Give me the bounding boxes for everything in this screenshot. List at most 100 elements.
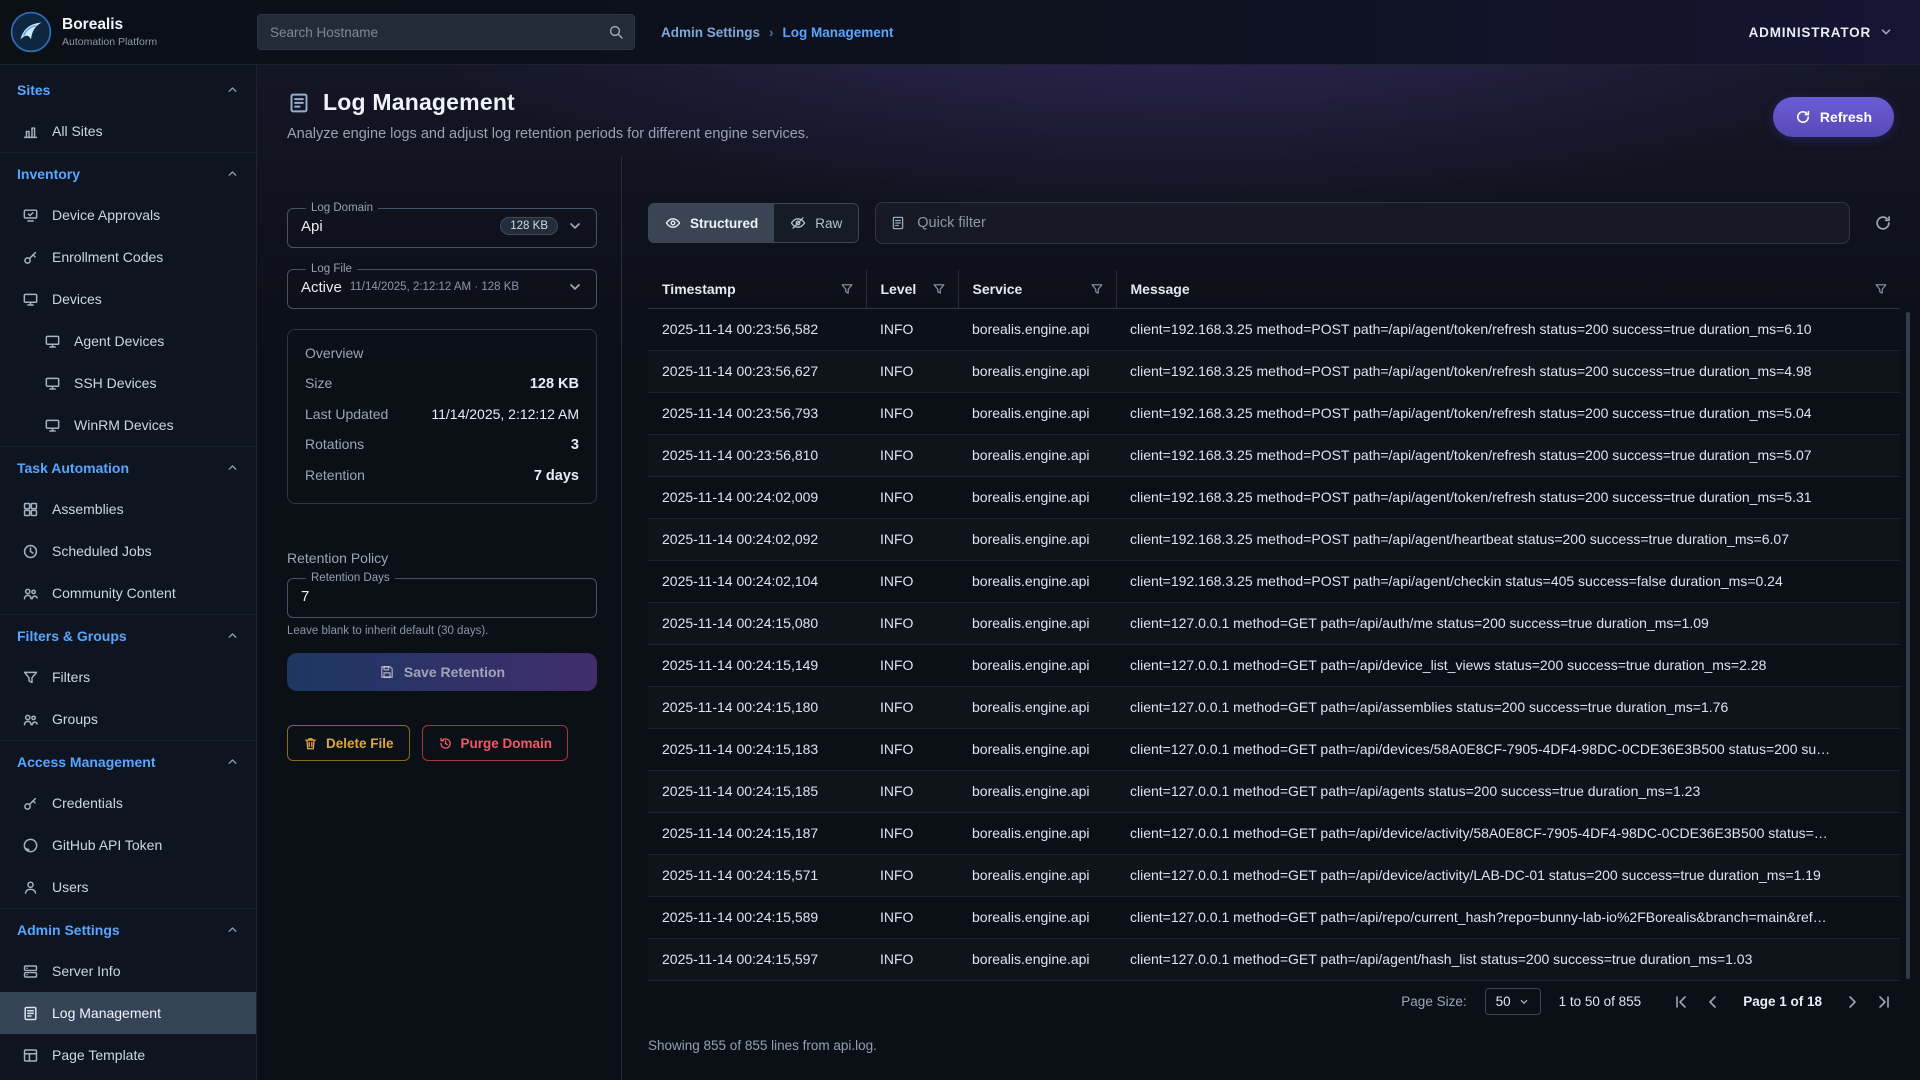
sidebar-section-task-automation[interactable]: Task Automation [0, 447, 256, 488]
eye-icon [665, 215, 681, 231]
retention-days-field[interactable]: Retention Days [287, 572, 597, 618]
table-refresh-button[interactable] [1866, 206, 1900, 240]
filter-icon[interactable] [840, 282, 854, 296]
log-row[interactable]: 2025-11-14 00:23:56,582INFOborealis.engi… [648, 308, 1900, 350]
sidebar-section-sites[interactable]: Sites [0, 69, 256, 110]
user-menu[interactable]: ADMINISTRATOR [1749, 24, 1894, 40]
overview-card: Overview Size128 KBLast Updated11/14/202… [287, 329, 597, 504]
log-row[interactable]: 2025-11-14 00:23:56,627INFOborealis.engi… [648, 350, 1900, 392]
sidebar-item-log-management[interactable]: Log Management [0, 992, 256, 1034]
sidebar-item-label: Groups [52, 711, 98, 727]
sidebar-item-winrm-devices[interactable]: WinRM Devices [0, 404, 256, 446]
sidebar-item-server-info[interactable]: Server Info [0, 950, 256, 992]
sidebar-item-device-approvals[interactable]: Device Approvals [0, 194, 256, 236]
sidebar-item-users[interactable]: Users [0, 866, 256, 908]
log-row[interactable]: 2025-11-14 00:23:56,793INFOborealis.engi… [648, 392, 1900, 434]
sidebar-item-page-template[interactable]: Page Template [0, 1034, 256, 1076]
log-cell-message: client=192.168.3.25 method=POST path=/ap… [1116, 518, 1900, 560]
sidebar-section: Sites All Sites [0, 69, 256, 152]
breadcrumb-admin-settings[interactable]: Admin Settings [661, 25, 760, 40]
sidebar-item-ssh-devices[interactable]: SSH Devices [0, 362, 256, 404]
quick-filter[interactable] [875, 202, 1850, 244]
log-controls-panel: Log Domain Api 128 KB Log File Active 11… [257, 156, 621, 1080]
log-row[interactable]: 2025-11-14 00:24:02,104INFOborealis.engi… [648, 560, 1900, 602]
save-retention-button[interactable]: Save Retention [287, 653, 597, 691]
first-page-icon [1673, 994, 1689, 1010]
log-row[interactable]: 2025-11-14 00:24:15,187INFOborealis.engi… [648, 812, 1900, 854]
refresh-icon [1795, 109, 1811, 125]
overview-row: Retention7 days [305, 467, 579, 484]
first-page-button[interactable] [1669, 990, 1693, 1014]
column-header-level[interactable]: Level [866, 270, 958, 308]
log-row[interactable]: 2025-11-14 00:24:15,183INFOborealis.engi… [648, 728, 1900, 770]
log-cell-message: client=127.0.0.1 method=GET path=/api/de… [1116, 812, 1900, 854]
community-content-icon [22, 585, 39, 602]
prev-page-button[interactable] [1701, 990, 1725, 1014]
sidebar-item-label: Server Info [52, 963, 120, 979]
filter-icon[interactable] [1874, 282, 1888, 296]
sidebar-item-filters[interactable]: Filters [0, 656, 256, 698]
table-scrollbar[interactable] [1906, 312, 1910, 979]
log-row[interactable]: 2025-11-14 00:24:02,009INFOborealis.engi… [648, 476, 1900, 518]
sidebar-item-label: Agent Devices [74, 333, 164, 349]
structured-view-button[interactable]: Structured [649, 204, 774, 242]
delete-file-button[interactable]: Delete File [287, 725, 410, 761]
sidebar-item-scheduled-jobs[interactable]: Scheduled Jobs [0, 530, 256, 572]
purge-domain-button[interactable]: Purge Domain [422, 725, 569, 761]
sidebar-item-assemblies[interactable]: Assemblies [0, 488, 256, 530]
log-cell-service: borealis.engine.api [958, 812, 1116, 854]
page-size-select[interactable]: 50 [1485, 988, 1541, 1015]
log-row[interactable]: 2025-11-14 00:24:02,092INFOborealis.engi… [648, 518, 1900, 560]
last-page-button[interactable] [1872, 990, 1896, 1014]
log-row[interactable]: 2025-11-14 00:24:15,571INFOborealis.engi… [648, 854, 1900, 896]
hostname-search[interactable] [257, 14, 635, 50]
sidebar-item-github-api-token[interactable]: GitHub API Token [0, 824, 256, 866]
next-page-button[interactable] [1840, 990, 1864, 1014]
log-file-select[interactable]: Log File Active 11/14/2025, 2:12:12 AM ·… [287, 263, 597, 309]
sidebar-section-access-management[interactable]: Access Management [0, 741, 256, 782]
prev-page-icon [1705, 994, 1721, 1010]
log-cell-message: client=127.0.0.1 method=GET path=/api/de… [1116, 854, 1900, 896]
retention-days-input[interactable] [301, 584, 584, 608]
sidebar-item-devices[interactable]: Devices [0, 278, 256, 320]
log-cell-service: borealis.engine.api [958, 308, 1116, 350]
log-row[interactable]: 2025-11-14 00:24:15,080INFOborealis.engi… [648, 602, 1900, 644]
sidebar-section-label: Sites [17, 82, 50, 98]
filter-icon[interactable] [932, 282, 946, 296]
column-header-message[interactable]: Message [1116, 270, 1900, 308]
pagination-buttons: Page 1 of 18 [1669, 990, 1896, 1014]
log-row[interactable]: 2025-11-14 00:24:15,597INFOborealis.engi… [648, 938, 1900, 980]
trash-icon [303, 736, 318, 751]
sidebar-section-filters-groups[interactable]: Filters & Groups [0, 615, 256, 656]
log-row[interactable]: 2025-11-14 00:24:15,180INFOborealis.engi… [648, 686, 1900, 728]
sidebar-item-agent-devices[interactable]: Agent Devices [0, 320, 256, 362]
sidebar-item-groups[interactable]: Groups [0, 698, 256, 740]
overview-value: 7 days [534, 468, 579, 484]
refresh-button-label: Refresh [1820, 109, 1872, 125]
chevron-up-icon [225, 628, 240, 643]
log-row[interactable]: 2025-11-14 00:24:15,589INFOborealis.engi… [648, 896, 1900, 938]
filter-icon[interactable] [1090, 282, 1104, 296]
log-cell-service: borealis.engine.api [958, 686, 1116, 728]
sidebar-section-admin-settings[interactable]: Admin Settings [0, 909, 256, 950]
sidebar-item-all-sites[interactable]: All Sites [0, 110, 256, 152]
search-input[interactable] [270, 25, 600, 40]
log-row[interactable]: 2025-11-14 00:24:15,185INFOborealis.engi… [648, 770, 1900, 812]
page-size-label: Page Size: [1401, 994, 1466, 1009]
sidebar-item-credentials[interactable]: Credentials [0, 782, 256, 824]
raw-view-button[interactable]: Raw [774, 204, 858, 242]
sidebar-item-community-content[interactable]: Community Content [0, 572, 256, 614]
all-sites-icon [22, 123, 39, 140]
column-header-service[interactable]: Service [958, 270, 1116, 308]
delete-file-label: Delete File [326, 736, 394, 751]
column-header-timestamp[interactable]: Timestamp [648, 270, 866, 308]
quick-filter-input[interactable] [917, 215, 1835, 231]
log-domain-select[interactable]: Log Domain Api 128 KB [287, 202, 597, 248]
sidebar-item-enrollment-codes[interactable]: Enrollment Codes [0, 236, 256, 278]
log-row[interactable]: 2025-11-14 00:24:15,149INFOborealis.engi… [648, 644, 1900, 686]
breadcrumb-log-management[interactable]: Log Management [783, 25, 894, 40]
refresh-button[interactable]: Refresh [1773, 97, 1894, 137]
log-row[interactable]: 2025-11-14 00:23:56,810INFOborealis.engi… [648, 434, 1900, 476]
sidebar-section-inventory[interactable]: Inventory [0, 153, 256, 194]
log-cell-message: client=127.0.0.1 method=GET path=/api/as… [1116, 686, 1900, 728]
